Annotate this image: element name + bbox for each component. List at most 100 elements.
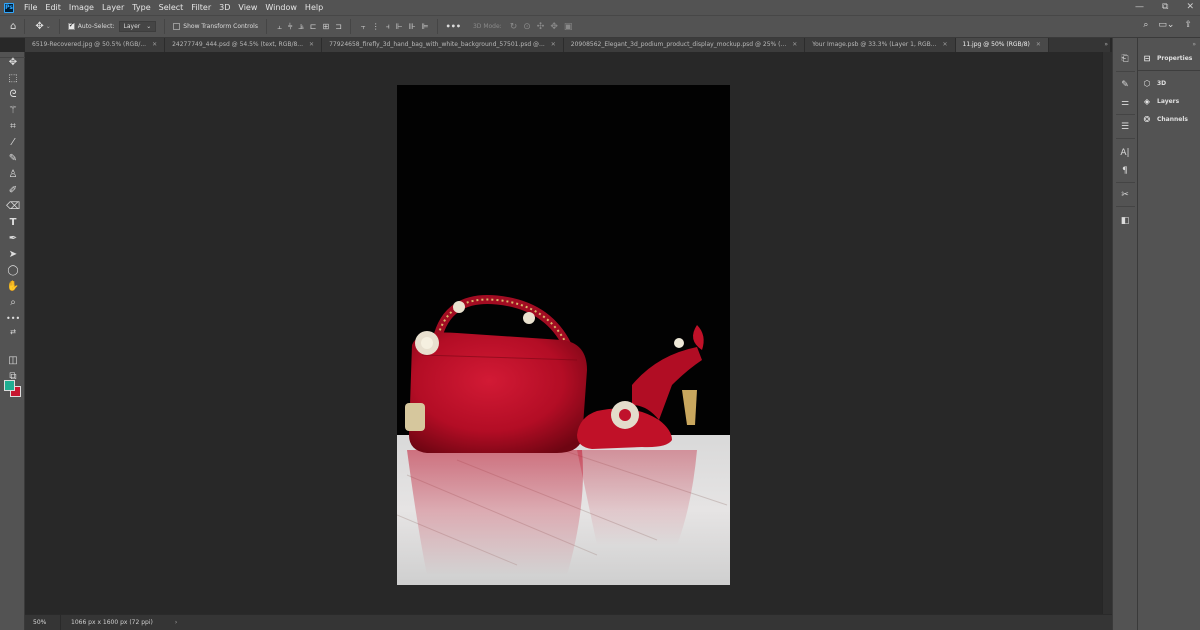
checkbox-checked-icon[interactable] xyxy=(67,21,75,30)
collapse-panels-icon[interactable]: » xyxy=(1104,38,1108,52)
tab-document[interactable]: 77924658_firefly_3d_hand_bag_with_white_… xyxy=(322,38,564,52)
adjustments-icon[interactable]: ⚌ xyxy=(1118,96,1132,110)
crop-tool-icon[interactable]: ⌗ xyxy=(6,120,20,134)
vertical-scrollbar[interactable] xyxy=(1102,52,1112,615)
distribute-right-icon[interactable]: ⊫ xyxy=(422,22,429,32)
move-tool-preset-icon[interactable]: ✥ xyxy=(35,21,43,32)
tool-presets-icon[interactable]: ✂ xyxy=(1118,188,1132,202)
tab-document-active[interactable]: 11.jpg @ 50% (RGB/8) ✕ xyxy=(955,38,1049,52)
lasso-tool-icon[interactable]: ᘓ xyxy=(6,88,20,102)
status-bar: 50% 1066 px x 1600 px (72 ppi) › xyxy=(25,614,1113,630)
distribute-top-icon[interactable]: ⫟ xyxy=(361,22,366,32)
panel-label: Properties xyxy=(1157,55,1193,62)
menu-filter[interactable]: Filter xyxy=(187,0,215,15)
show-transform-checkbox[interactable]: Show Transform Controls xyxy=(173,23,258,30)
workspace-icon[interactable]: ▭⌄ xyxy=(1158,20,1174,30)
menu-edit[interactable]: Edit xyxy=(41,0,65,15)
menu-help[interactable]: Help xyxy=(301,0,327,15)
chevron-down-icon[interactable]: ⌄ xyxy=(46,23,51,30)
foreground-color-swatch[interactable] xyxy=(4,380,15,391)
close-icon[interactable]: ✕ xyxy=(792,41,797,48)
panel-label: Channels xyxy=(1157,116,1188,123)
menu-window[interactable]: Window xyxy=(261,0,301,15)
libraries-icon[interactable]: ☰ xyxy=(1118,120,1132,134)
clone-stamp-tool-icon[interactable]: ♙ xyxy=(6,168,20,182)
panel-3d[interactable]: ⬡ 3D xyxy=(1142,79,1167,88)
panel-layers[interactable]: ◈ Layers xyxy=(1142,97,1179,106)
eyedropper-tool-icon[interactable]: ⁄ xyxy=(6,136,20,150)
tab-label: 24277749_444.psd @ 54.5% (text, RGB/8... xyxy=(172,41,304,48)
character-panel-icon[interactable]: A| xyxy=(1118,146,1132,160)
zoom-level[interactable]: 50% xyxy=(25,615,61,630)
auto-select-target-dropdown[interactable]: Layer ⌄ xyxy=(118,21,157,32)
slide-3d-icon[interactable]: ✥ xyxy=(550,22,558,32)
tab-label: 6519-Recovered.jpg @ 50.5% (RGB/... xyxy=(32,41,147,48)
eraser-tool-icon[interactable]: ⌫ xyxy=(6,200,20,214)
close-window-button[interactable]: ✕ xyxy=(1186,0,1194,15)
type-tool-icon[interactable]: T xyxy=(6,216,20,230)
close-icon[interactable]: ✕ xyxy=(942,41,947,48)
navigator-icon[interactable]: ◧ xyxy=(1118,214,1132,228)
history-brush-tool-icon[interactable]: ✐ xyxy=(6,184,20,198)
distribute-bottom-icon[interactable]: ⫞ xyxy=(386,22,390,32)
distribute-vcenter-icon[interactable]: ⋮ xyxy=(372,22,380,32)
panel-channels[interactable]: ❂ Channels xyxy=(1142,115,1188,124)
panel-properties[interactable]: ⊟ Properties xyxy=(1142,54,1193,63)
menu-image[interactable]: Image xyxy=(65,0,98,15)
menu-file[interactable]: File xyxy=(20,0,41,15)
magic-wand-tool-icon[interactable]: ⚚ xyxy=(6,104,20,118)
menu-3d[interactable]: 3D xyxy=(215,0,234,15)
hand-tool-icon[interactable]: ✋ xyxy=(6,280,20,294)
divider xyxy=(1116,71,1135,72)
distribute-hcenter-icon[interactable]: ⊪ xyxy=(409,22,416,32)
drag-3d-icon[interactable]: ✣ xyxy=(537,22,545,32)
history-panel-icon[interactable]: ⎗ xyxy=(1118,52,1132,66)
align-hcenter-icon[interactable]: ⊞ xyxy=(322,22,329,32)
align-vcenter-icon[interactable]: ⫩ xyxy=(288,22,293,32)
healing-brush-tool-icon[interactable]: ✎ xyxy=(6,152,20,166)
home-icon[interactable]: ⌂ xyxy=(10,21,16,32)
edit-toolbar-icon[interactable]: ••• xyxy=(6,312,20,326)
roll-3d-icon[interactable]: ⊙ xyxy=(523,22,531,32)
close-icon[interactable]: ✕ xyxy=(152,41,157,48)
align-left-icon[interactable]: ⊏ xyxy=(310,22,317,32)
more-options-button[interactable]: ••• xyxy=(446,22,461,31)
align-bottom-icon[interactable]: ⫡ xyxy=(298,22,303,32)
tab-document[interactable]: 20908562_Elegant_3d_podium_product_displ… xyxy=(563,38,806,52)
checkbox-unchecked-icon[interactable] xyxy=(173,23,181,30)
path-selection-tool-icon[interactable]: ➤ xyxy=(6,248,20,262)
marquee-tool-icon[interactable]: ⬚ xyxy=(6,72,20,86)
menu-select[interactable]: Select xyxy=(155,0,188,15)
close-icon[interactable]: ✕ xyxy=(309,41,314,48)
swap-colors-icon[interactable]: ⇄ xyxy=(6,325,20,339)
document-image[interactable] xyxy=(397,85,730,585)
minimize-button[interactable]: — xyxy=(1135,0,1144,15)
ellipse-tool-icon[interactable]: ◯ xyxy=(6,264,20,278)
auto-select-checkbox[interactable]: Auto-Select: xyxy=(67,21,115,30)
restore-button[interactable]: ⧉ xyxy=(1162,0,1168,15)
quick-mask-icon[interactable]: ◫ xyxy=(6,354,20,368)
canvas-area[interactable] xyxy=(26,52,1102,615)
menu-view[interactable]: View xyxy=(234,0,261,15)
distribute-left-icon[interactable]: ⊩ xyxy=(396,22,403,32)
align-right-icon[interactable]: ⊐ xyxy=(335,22,342,32)
collapse-panels-icon[interactable]: » xyxy=(1192,41,1196,48)
status-menu-arrow[interactable]: › xyxy=(175,619,177,626)
paragraph-panel-icon[interactable]: ¶ xyxy=(1118,164,1132,178)
menu-layer[interactable]: Layer xyxy=(98,0,128,15)
tab-document[interactable]: 24277749_444.psd @ 54.5% (text, RGB/8...… xyxy=(165,38,323,52)
orbit-3d-icon[interactable]: ↻ xyxy=(510,22,518,32)
tab-document[interactable]: 6519-Recovered.jpg @ 50.5% (RGB/... ✕ xyxy=(25,38,166,52)
align-top-icon[interactable]: ⫠ xyxy=(277,22,282,32)
search-icon[interactable]: ⌕ xyxy=(1143,20,1148,30)
zoom-tool-icon[interactable]: ⌕ xyxy=(6,296,20,310)
brush-settings-icon[interactable]: ✎ xyxy=(1118,78,1132,92)
scale-3d-icon[interactable]: ▣ xyxy=(564,22,573,32)
tab-document[interactable]: Your Image.psb @ 33.3% (Layer 1, RGB... ✕ xyxy=(805,38,956,52)
close-icon[interactable]: ✕ xyxy=(1036,41,1041,48)
share-icon[interactable]: ⇪ xyxy=(1184,20,1192,30)
move-tool-icon[interactable]: ✥ xyxy=(6,56,20,70)
pen-tool-icon[interactable]: ✒ xyxy=(6,232,20,246)
menu-type[interactable]: Type xyxy=(128,0,154,15)
close-icon[interactable]: ✕ xyxy=(551,41,556,48)
